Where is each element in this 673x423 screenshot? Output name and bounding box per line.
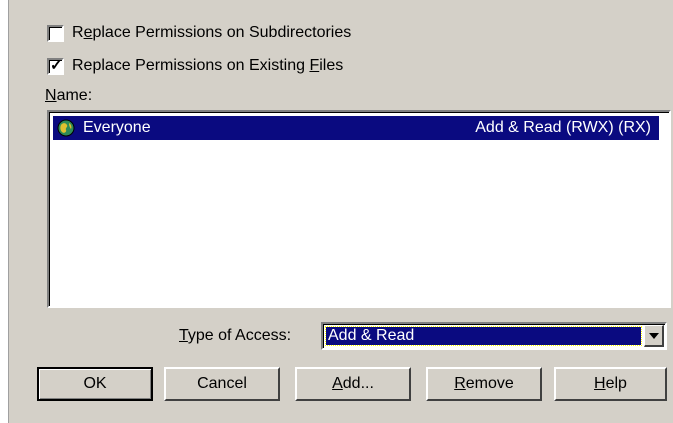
list-item-access: Add & Read (RWX) (RX) [475, 119, 651, 136]
dropdown-button[interactable] [644, 325, 664, 347]
names-listbox[interactable]: Everyone Add & Read (RWX) (RX) [47, 110, 671, 308]
ok-button[interactable]: OK [37, 367, 153, 401]
name-label: Name: [45, 87, 93, 104]
replace-subdirectories-checkbox[interactable] [47, 24, 64, 42]
replace-files-label: Replace Permissions on Existing Files [72, 57, 344, 74]
replace-files-checkbox[interactable]: ✓ [47, 56, 64, 75]
type-of-access-select[interactable]: Add & Read [321, 322, 667, 350]
type-of-access-value: Add & Read [325, 326, 642, 346]
replace-subdirectories-option[interactable]: Replace Permissions on Subdirectories [47, 22, 351, 44]
add-button[interactable]: Add... [295, 367, 411, 401]
list-item[interactable]: Everyone Add & Read (RWX) (RX) [53, 116, 659, 140]
permissions-dialog: Replace Permissions on Subdirectories ✓ … [8, 0, 673, 423]
remove-button[interactable]: Remove [426, 367, 542, 401]
cancel-button[interactable]: Cancel [164, 367, 280, 401]
globe-icon [57, 119, 75, 137]
chevron-down-icon [648, 332, 659, 339]
type-of-access-label: Type of Access: [179, 327, 292, 344]
help-button[interactable]: Help [554, 367, 667, 401]
replace-files-option[interactable]: ✓ Replace Permissions on Existing Files [47, 55, 343, 77]
check-mark-icon: ✓ [50, 56, 63, 74]
replace-subdirectories-label: Replace Permissions on Subdirectories [72, 24, 352, 41]
list-item-name: Everyone [83, 119, 151, 136]
